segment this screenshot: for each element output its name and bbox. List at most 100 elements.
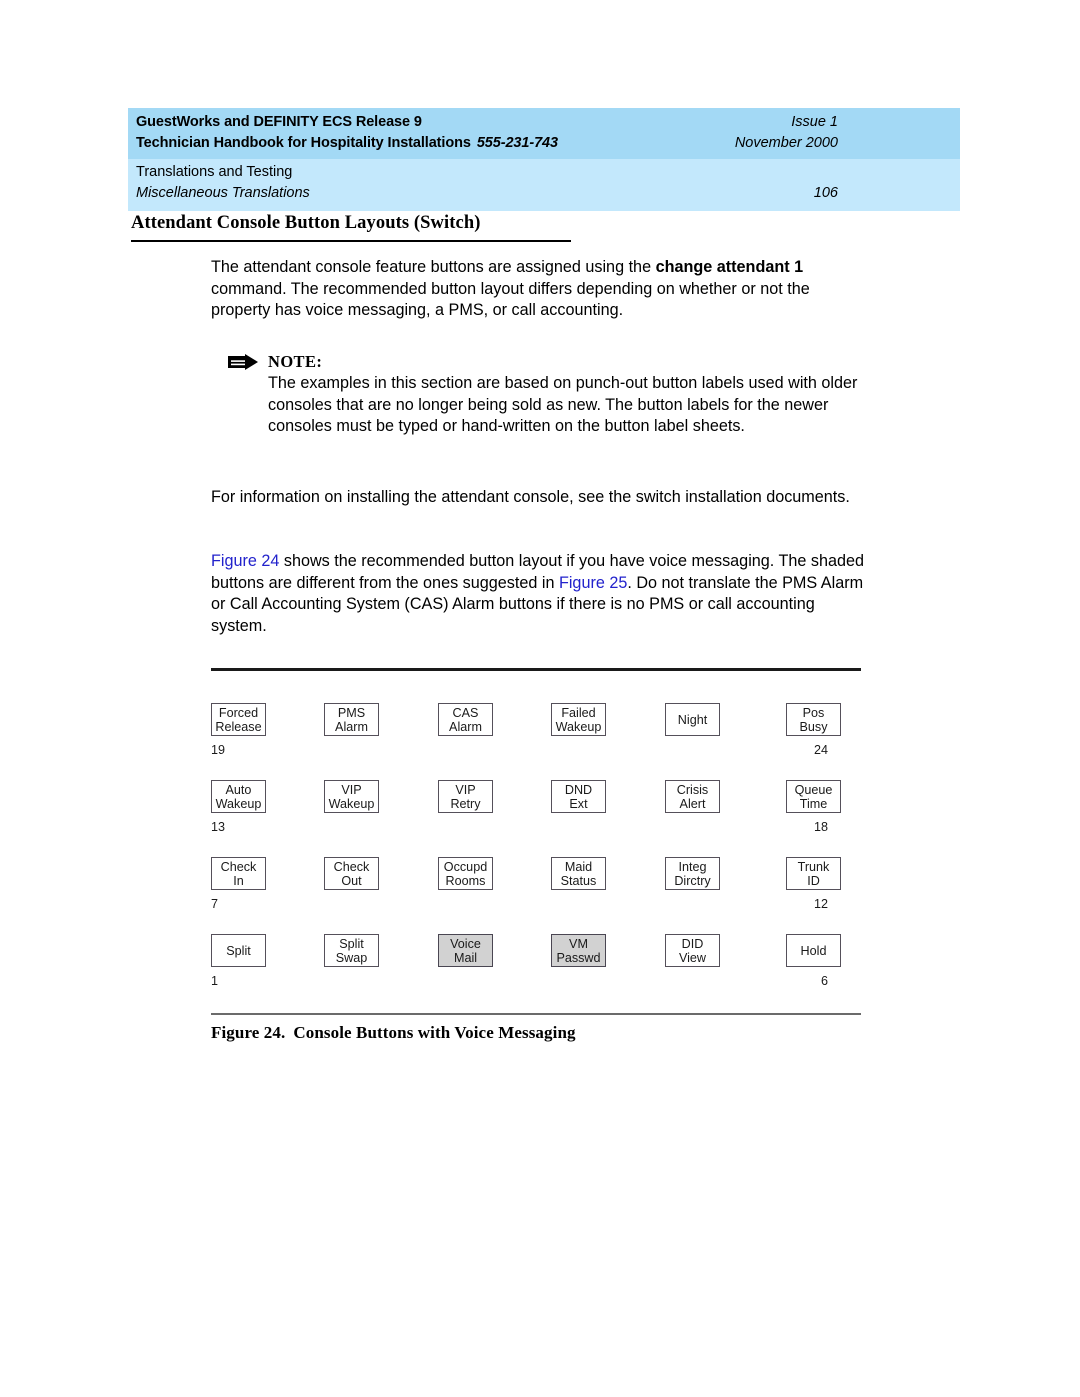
console-button[interactable]: VIP Wakeup: [324, 780, 379, 813]
console-button[interactable]: Queue Time: [786, 780, 841, 813]
note-arrow-icon: [228, 354, 258, 370]
console-button-start-number: 7: [211, 897, 219, 911]
console-button-label-line2: In: [233, 873, 244, 888]
console-button[interactable]: Auto Wakeup: [211, 780, 266, 813]
note-text: The examples in this section are based o…: [268, 374, 858, 435]
console-button-label-line2: Alert: [679, 796, 706, 811]
console-button[interactable]: Integ Dirctry: [665, 857, 720, 890]
console-button-label-line1: DID: [681, 936, 704, 951]
console-button[interactable]: Pos Busy: [786, 703, 841, 736]
console-button-label-line2: View: [678, 950, 707, 965]
console-button-label-line2: Retry: [450, 796, 481, 811]
console-button[interactable]: Split Swap: [324, 934, 379, 967]
figure-24-link[interactable]: Figure 24: [211, 552, 279, 570]
console-button-label-line1: Voice: [450, 936, 481, 951]
console-button[interactable]: Occupd Rooms: [438, 857, 493, 890]
intro-paragraph: The attendant console feature buttons ar…: [211, 257, 871, 322]
console-button-label-line1: VIP: [455, 782, 476, 797]
note-label: NOTE:: [268, 352, 323, 371]
figure-25-link[interactable]: Figure 25: [559, 574, 627, 592]
console-button-start-number: 13: [211, 820, 226, 834]
console-button-row: Split Split Swap Voice Mail VM Passwd DID View Ho…: [211, 934, 861, 1011]
console-button-label-line1: Queue: [794, 782, 833, 797]
console-button[interactable]: DND Ext: [551, 780, 606, 813]
console-button-label-line2: Release: [215, 719, 262, 734]
console-button-end-number: 18: [813, 820, 828, 834]
console-button-label-line1: Pos: [802, 705, 825, 720]
console-button-label-line2: Wakeup: [555, 719, 602, 734]
console-button-row: Check In Check Out Occupd Rooms Maid Status Inte…: [211, 857, 861, 934]
console-button-label-line1: VM: [569, 936, 588, 951]
console-button[interactable]: DID View: [665, 934, 720, 967]
console-button[interactable]: Check In: [211, 857, 266, 890]
console-button-end-number: 24: [813, 743, 828, 757]
header-chapter-column: Translations and Testing Miscellaneous T…: [136, 163, 310, 203]
header-section: Miscellaneous Translations: [136, 185, 310, 201]
note-admonition: NOTE: The examples in this section are b…: [228, 352, 873, 438]
console-button-label-line2: Alarm: [335, 719, 368, 734]
header-page-number: 106: [813, 185, 838, 201]
console-button[interactable]: VM Passwd: [551, 934, 606, 967]
console-button-label-line1: Split: [226, 943, 251, 958]
console-button-end-number: 12: [813, 897, 828, 911]
console-button-label-line1: CAS: [452, 705, 479, 720]
header-band-primary: GuestWorks and DEFINITY ECS Release 9 Te…: [128, 108, 960, 159]
command-change: change: [655, 258, 713, 276]
console-button[interactable]: VIP Retry: [438, 780, 493, 813]
header-left-column: GuestWorks and DEFINITY ECS Release 9 Te…: [136, 113, 558, 153]
figure-caption-number: Figure 24.: [211, 1023, 286, 1042]
intro-text-pre: The attendant console feature buttons ar…: [211, 258, 656, 276]
header-product-title: GuestWorks and DEFINITY ECS Release 9: [136, 113, 558, 132]
console-button-label-line1: Hold: [800, 943, 827, 958]
console-button-label-line2: Swap: [335, 950, 368, 965]
console-button-label-line1: Integ: [678, 859, 707, 874]
console-button-label-line1: Night: [677, 712, 708, 727]
console-button-label-line2: Out: [341, 873, 362, 888]
intro-text-post: command. The recommended button layout d…: [211, 279, 810, 320]
console-button-start-number: 19: [211, 743, 226, 757]
figure-reference-paragraph: Figure 24 shows the recommended button l…: [211, 551, 871, 637]
console-button[interactable]: Forced Release: [211, 703, 266, 736]
console-button-label-line2: Busy: [799, 719, 828, 734]
console-button[interactable]: Split: [211, 934, 266, 967]
console-button-label-line2: Time: [799, 796, 828, 811]
figure-console-button-layout: Forced Release PMS Alarm CAS Alarm Failed Wakeu…: [211, 668, 861, 1043]
console-button-label-line2: Status: [560, 873, 597, 888]
console-button-label-line1: Split: [339, 936, 364, 951]
console-button[interactable]: Maid Status: [551, 857, 606, 890]
console-button-label-line2: Dirctry: [674, 873, 711, 888]
page-title: Attendant Console Button Layouts (Switch…: [131, 213, 571, 242]
console-button-label-line1: Trunk: [797, 859, 830, 874]
console-button-start-number: 1: [211, 974, 219, 988]
console-button-label-line1: Maid: [564, 859, 593, 874]
console-button[interactable]: CAS Alarm: [438, 703, 493, 736]
install-paragraph: For information on installing the attend…: [211, 488, 850, 506]
header-pagenum-column: 106: [814, 163, 946, 203]
figure-top-rule: [211, 668, 861, 671]
console-button[interactable]: PMS Alarm: [324, 703, 379, 736]
console-button-grid: Forced Release PMS Alarm CAS Alarm Failed Wakeu…: [211, 703, 861, 1011]
header-date: November 2000: [734, 135, 838, 151]
console-button[interactable]: Trunk ID: [786, 857, 841, 890]
console-button-end-number: 6: [820, 974, 828, 988]
console-button[interactable]: Voice Mail: [438, 934, 493, 967]
console-button-label-line2: ID: [807, 873, 820, 888]
console-button-label-line2: Wakeup: [215, 796, 262, 811]
header-issue: Issue 1: [791, 114, 838, 130]
console-button-label-line2: Wakeup: [328, 796, 375, 811]
header-right-column: Issue 1 November 2000: [735, 113, 946, 153]
console-button-label-line2: Ext: [569, 796, 588, 811]
console-button-label-line1: VIP: [341, 782, 362, 797]
console-button-label-line2: Passwd: [556, 950, 601, 965]
console-button[interactable]: Crisis Alert: [665, 780, 720, 813]
console-button[interactable]: Check Out: [324, 857, 379, 890]
console-button-label-line1: Occupd: [443, 859, 488, 874]
console-button[interactable]: Hold: [786, 934, 841, 967]
console-button[interactable]: Night: [665, 703, 720, 736]
console-button[interactable]: Failed Wakeup: [551, 703, 606, 736]
figure-caption-title: Console Buttons with Voice Messaging: [293, 1023, 576, 1042]
page-running-header: GuestWorks and DEFINITY ECS Release 9 Te…: [128, 108, 960, 211]
console-button-label-line2: Mail: [453, 950, 478, 965]
console-button-row: Auto Wakeup VIP Wakeup VIP Retry DND Ext Crisis A…: [211, 780, 861, 857]
console-button-label-line1: Auto: [225, 782, 252, 797]
